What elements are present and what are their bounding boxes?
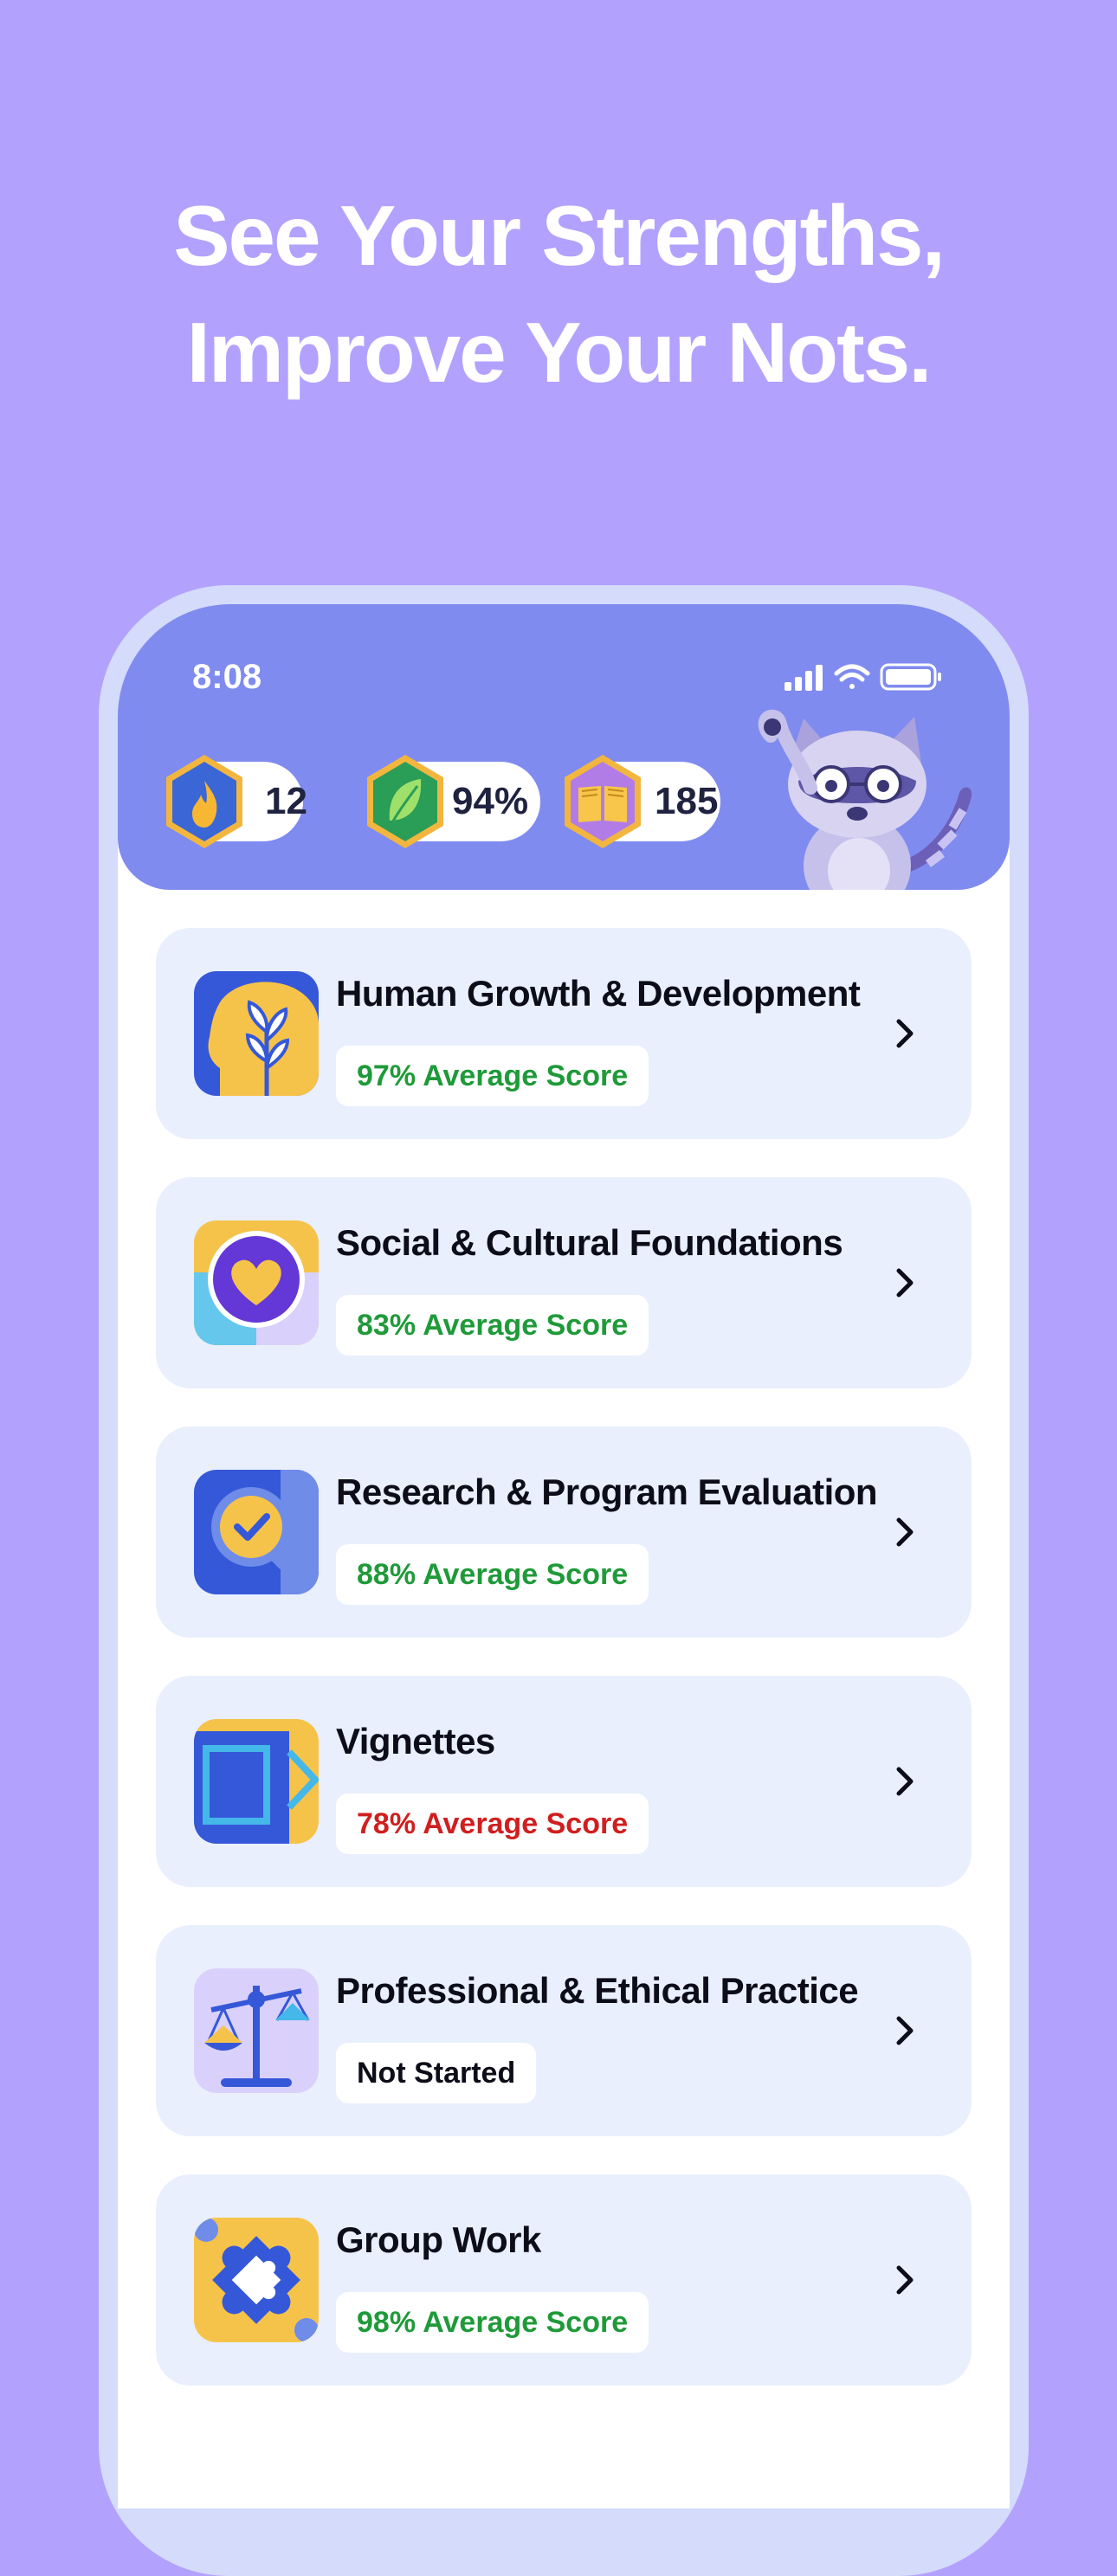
chevron-right-icon bbox=[896, 2016, 914, 2045]
score-badge: 97% Average Score bbox=[336, 1046, 649, 1106]
category-title: Human Growth & Development bbox=[336, 973, 861, 1014]
chevron-right-icon bbox=[896, 1767, 914, 1796]
category-card[interactable]: Social & Cultural Foundations 83% Averag… bbox=[156, 1177, 972, 1388]
wifi-icon bbox=[834, 664, 870, 689]
magnifier-check-icon bbox=[194, 1470, 319, 1594]
raccoon-mascot-icon bbox=[758, 709, 972, 890]
streak-value: 12 bbox=[265, 780, 307, 822]
cards-icon bbox=[194, 1719, 319, 1844]
category-title: Group Work bbox=[336, 2219, 541, 2260]
chevron-right-icon bbox=[896, 1517, 914, 1547]
status-time: 8:08 bbox=[192, 658, 262, 696]
cellular-signal-icon bbox=[784, 665, 823, 691]
app-header: 8:08 12 94% 185 bbox=[118, 604, 1010, 890]
category-title: Professional & Ethical Practice bbox=[336, 1970, 859, 2011]
category-title: Research & Program Evaluation bbox=[336, 1472, 878, 1512]
headline: See Your Strengths, Improve Your Nots. bbox=[0, 177, 1117, 411]
scales-icon bbox=[194, 1968, 319, 2093]
chevron-right-icon bbox=[896, 1019, 914, 1048]
category-card[interactable]: Group Work 98% Average Score bbox=[156, 2174, 972, 2386]
category-card[interactable]: Human Growth & Development 97% Average S… bbox=[156, 928, 972, 1139]
score-badge: 88% Average Score bbox=[336, 1544, 649, 1605]
category-card[interactable]: Professional & Ethical Practice Not Star… bbox=[156, 1925, 972, 2136]
category-title: Vignettes bbox=[336, 1721, 495, 1761]
status-badge: Not Started bbox=[336, 2043, 537, 2103]
questions-stat[interactable]: 185 bbox=[565, 755, 720, 848]
heart-icon bbox=[194, 1220, 319, 1345]
plant-head-icon bbox=[194, 971, 319, 1096]
phone-screen: 8:08 12 94% 185 Human Growth & Developme… bbox=[118, 604, 1010, 2508]
questions-value: 185 bbox=[655, 780, 719, 822]
book-icon bbox=[565, 755, 641, 848]
streak-stat[interactable]: 12 bbox=[166, 755, 307, 848]
chevron-right-icon bbox=[896, 1268, 914, 1298]
leaf-icon bbox=[367, 755, 443, 848]
battery-icon bbox=[880, 663, 941, 691]
score-badge: 98% Average Score bbox=[336, 2292, 649, 2353]
status-icons bbox=[784, 663, 941, 691]
puzzle-icon bbox=[194, 2218, 319, 2342]
score-badge: 83% Average Score bbox=[336, 1295, 649, 1356]
score-badge: 78% Average Score bbox=[336, 1794, 649, 1854]
accuracy-value: 94% bbox=[452, 780, 529, 822]
category-card[interactable]: Vignettes 78% Average Score bbox=[156, 1676, 972, 1887]
chevron-right-icon bbox=[896, 2265, 914, 2295]
accuracy-stat[interactable]: 94% bbox=[367, 755, 540, 848]
headline-line-2: Improve Your Nots. bbox=[186, 305, 933, 400]
category-title: Social & Cultural Foundations bbox=[336, 1222, 843, 1263]
category-card[interactable]: Research & Program Evaluation 88% Averag… bbox=[156, 1426, 972, 1638]
flame-icon bbox=[166, 755, 242, 848]
headline-line-1: See Your Strengths, bbox=[173, 188, 946, 283]
